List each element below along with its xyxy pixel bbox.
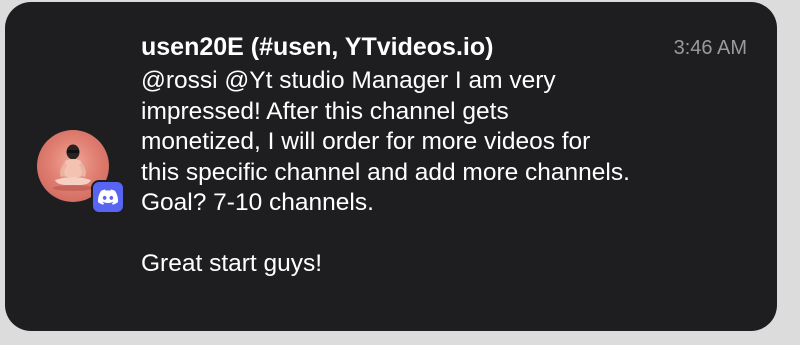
message-line: this specific channel and add more chann… <box>141 158 630 186</box>
message-line: @rossi @Yt studio Manager I am very <box>141 67 556 94</box>
avatar-container <box>37 130 125 214</box>
discord-icon <box>91 180 125 214</box>
notification-header: usen20E (#usen, YTvideos.io) 3:46 AM <box>141 32 747 66</box>
message-closing: Great start guys! <box>141 250 323 277</box>
sender-name: usen20E (#usen, YTvideos.io) <box>141 33 494 61</box>
timestamp: 3:46 AM <box>673 37 747 59</box>
message-spacer <box>141 219 761 250</box>
message-line: Goal? 7-10 channels. <box>141 189 374 216</box>
message-line: impressed! After this channel gets <box>141 97 509 125</box>
message-line: monetized, I will order for more videos … <box>141 128 591 155</box>
notification-card[interactable]: usen20E (#usen, YTvideos.io) 3:46 AM @ro… <box>5 2 777 331</box>
message-body: @rossi @Yt studio Manager I am very impr… <box>141 66 761 280</box>
